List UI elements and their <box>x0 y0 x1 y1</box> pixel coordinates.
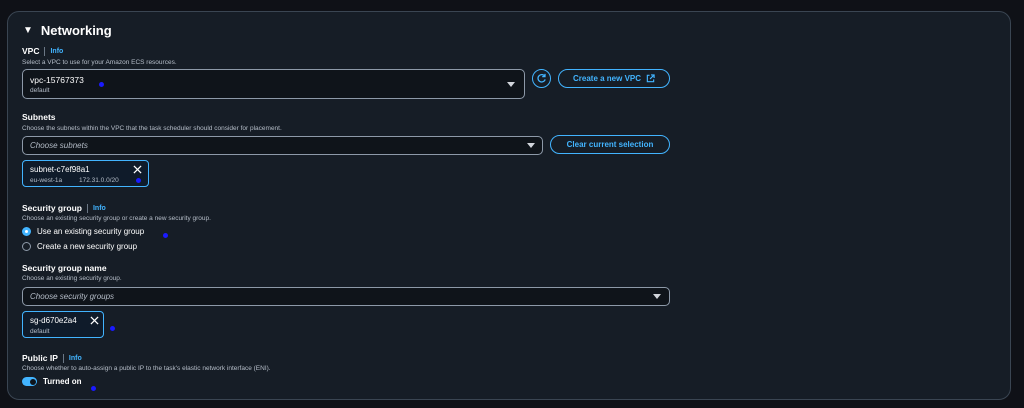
radio-use-existing[interactable]: Use an existing security group <box>22 227 144 236</box>
clear-selection-label: Clear current selection <box>566 140 654 149</box>
security-group-token-name: sg-d670e2a4 <box>30 316 77 325</box>
caret-down-icon: ▼ <box>23 25 33 36</box>
subnet-token: subnet-c7ef98a1 eu-west-1a 172.31.0.0/20 <box>22 160 149 187</box>
create-vpc-button[interactable]: Create a new VPC <box>558 69 670 88</box>
security-group-label-row: Security group Info <box>22 203 106 213</box>
subnet-token-name: subnet-c7ef98a1 <box>30 165 90 174</box>
subnets-select[interactable]: Choose subnets <box>22 136 543 155</box>
radio-unselected-icon <box>22 242 31 251</box>
chevron-down-icon <box>507 82 515 87</box>
vpc-label-row: VPC Info <box>22 46 63 56</box>
security-group-name-description: Choose an existing security group. <box>22 275 122 282</box>
security-groups-select[interactable]: Choose security groups <box>22 287 670 306</box>
clear-selection-button[interactable]: Clear current selection <box>550 135 670 154</box>
toggle-switch[interactable] <box>22 377 37 386</box>
subnets-label: Subnets <box>22 112 56 122</box>
public-ip-info-link[interactable]: Info <box>69 355 82 362</box>
info-divider <box>62 353 64 363</box>
security-group-label: Security group <box>22 203 82 213</box>
close-icon[interactable] <box>133 165 142 174</box>
chevron-down-icon <box>527 143 535 148</box>
subnet-token-cidr: 172.31.0.0/20 <box>79 177 119 184</box>
networking-section-header[interactable]: ▼ Networking <box>23 23 112 38</box>
marker-dot <box>99 82 104 87</box>
section-title: Networking <box>40 23 112 38</box>
create-vpc-label: Create a new VPC <box>572 74 642 83</box>
public-ip-label-row: Public IP Info <box>22 353 82 363</box>
marker-dot <box>136 178 141 183</box>
public-ip-toggle[interactable]: Turned on <box>22 377 82 386</box>
vpc-select[interactable]: vpc-15767373 default <box>22 69 525 99</box>
radio-create-new-label: Create a new security group <box>37 242 138 251</box>
vpc-description: Select a VPC to use for your Amazon ECS … <box>22 59 177 66</box>
security-group-token-sub: default <box>30 328 50 335</box>
marker-dot <box>110 326 115 331</box>
marker-dot <box>163 233 168 238</box>
vpc-label: VPC <box>22 46 40 56</box>
subnets-description: Choose the subnets within the VPC that t… <box>22 125 282 132</box>
public-ip-description: Choose whether to auto-assign a public I… <box>22 365 271 372</box>
refresh-icon <box>537 73 546 83</box>
security-group-name-label: Security group name <box>22 263 107 273</box>
radio-create-new[interactable]: Create a new security group <box>22 242 137 251</box>
public-ip-label: Public IP <box>22 353 58 363</box>
subnets-placeholder: Choose subnets <box>30 141 88 150</box>
security-group-token: sg-d670e2a4 default <box>22 311 104 338</box>
info-divider <box>44 46 46 56</box>
info-divider <box>86 203 88 213</box>
refresh-button[interactable] <box>532 69 551 88</box>
subnet-token-zone: eu-west-1a <box>30 177 63 184</box>
close-icon[interactable] <box>90 316 99 325</box>
security-groups-placeholder: Choose security groups <box>30 292 115 301</box>
security-group-info-link[interactable]: Info <box>93 205 106 212</box>
radio-use-existing-label: Use an existing security group <box>37 227 145 236</box>
security-group-description: Choose an existing security group or cre… <box>22 215 211 222</box>
networking-panel: ▼ Networking VPC Info Select a VPC to us… <box>7 11 1011 400</box>
public-ip-toggle-label: Turned on <box>43 377 82 386</box>
marker-dot <box>91 386 96 391</box>
vpc-selected-value: vpc-15767373 <box>30 75 84 85</box>
vpc-selected-sub: default <box>30 87 50 94</box>
external-link-icon <box>646 74 655 83</box>
vpc-info-link[interactable]: Info <box>50 48 63 55</box>
radio-selected-icon <box>22 227 31 236</box>
chevron-down-icon <box>653 294 661 299</box>
